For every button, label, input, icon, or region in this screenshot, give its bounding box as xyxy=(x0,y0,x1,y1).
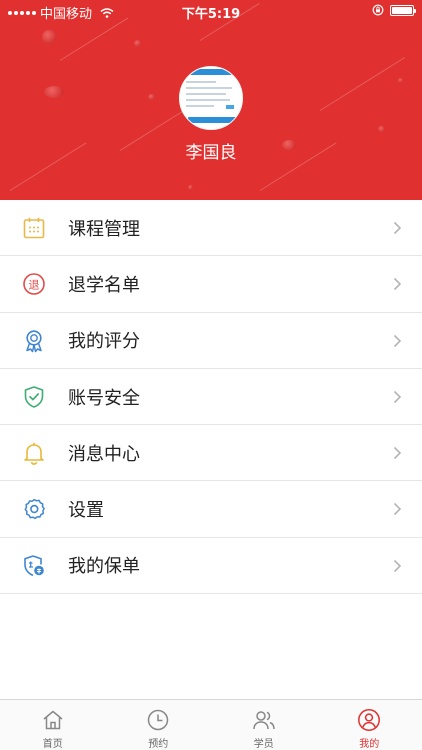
chevron-right-icon xyxy=(393,221,402,235)
tab-appointment[interactable]: 预约 xyxy=(106,700,212,750)
menu-item-settings[interactable]: 设置 xyxy=(0,481,422,538)
status-time: 下午5:19 xyxy=(181,7,241,22)
home-icon xyxy=(43,710,63,730)
decor-bubble xyxy=(378,126,385,132)
menu-label: 退学名单 xyxy=(68,274,140,296)
decor-bubble xyxy=(148,94,155,100)
decor-bubble xyxy=(42,30,56,44)
withdraw-glyph: 退 xyxy=(29,279,40,292)
menu-item-my-rating[interactable]: 我的评分 xyxy=(0,313,422,369)
award-ribbon-icon xyxy=(26,329,42,352)
tab-label: 预约 xyxy=(148,739,169,750)
menu-item-account-security[interactable]: 账号安全 xyxy=(0,369,422,426)
tab-label: 首页 xyxy=(42,739,63,750)
profile-header: 中国移动 下午5:19 李国良 xyxy=(0,0,422,200)
person-circle-icon xyxy=(358,709,381,731)
tab-mine[interactable]: 我的 xyxy=(317,700,422,750)
decor-streak xyxy=(59,17,129,61)
tab-label: 我的 xyxy=(359,739,380,750)
avatar[interactable] xyxy=(179,66,243,130)
tab-home[interactable]: 首页 xyxy=(0,700,106,750)
decor-streak xyxy=(319,57,406,111)
status-bar: 中国移动 下午5:19 xyxy=(0,0,422,22)
tab-bar: 首页 预约 学员 我的 xyxy=(0,699,422,750)
chevron-right-icon xyxy=(393,559,402,572)
decor-bubble xyxy=(188,185,193,190)
menu-label: 消息中心 xyxy=(68,443,140,465)
chevron-right-icon xyxy=(393,503,402,516)
menu-item-message-center[interactable]: 消息中心 xyxy=(0,425,422,482)
gear-icon xyxy=(24,499,45,520)
tab-students[interactable]: 学员 xyxy=(211,700,317,750)
rotation-lock-icon xyxy=(372,4,384,16)
chevron-right-icon xyxy=(393,447,402,460)
menu-item-withdraw-list[interactable]: 退 退学名单 xyxy=(0,256,422,313)
profile-screen: 中国移动 下午5:19 李国良 课程管理 退 退学名单 我的评分 账号安全 消息… xyxy=(0,0,422,750)
chevron-right-icon xyxy=(393,390,402,403)
decor-bubble xyxy=(44,86,64,98)
battery-icon xyxy=(390,4,416,16)
decor-bubble xyxy=(134,40,141,47)
tab-label: 学员 xyxy=(253,739,274,750)
menu-label: 我的保单 xyxy=(68,556,140,578)
menu-item-my-policy[interactable]: 我的保单 xyxy=(0,538,422,595)
status-right xyxy=(372,4,416,16)
decor-bubble xyxy=(398,78,403,83)
clock-icon xyxy=(148,709,169,731)
menu-label: 课程管理 xyxy=(68,218,140,240)
menu-label: 账号安全 xyxy=(68,387,140,409)
chevron-right-icon xyxy=(393,278,402,291)
insurance-icon xyxy=(24,555,44,576)
bell-icon xyxy=(24,442,44,466)
menu-label: 设置 xyxy=(68,500,104,522)
shield-check-icon xyxy=(24,386,44,408)
profile-name: 李国良 xyxy=(185,143,237,163)
menu-item-course-management[interactable]: 课程管理 xyxy=(0,200,422,257)
profile-menu: 课程管理 退 退学名单 我的评分 账号安全 消息中心 设置 我的保单 xyxy=(0,200,422,595)
menu-label: 我的评分 xyxy=(68,331,140,353)
users-icon xyxy=(253,711,275,730)
withdraw-icon: 退 xyxy=(23,273,45,296)
calendar-icon xyxy=(23,217,45,239)
chevron-right-icon xyxy=(393,334,402,347)
